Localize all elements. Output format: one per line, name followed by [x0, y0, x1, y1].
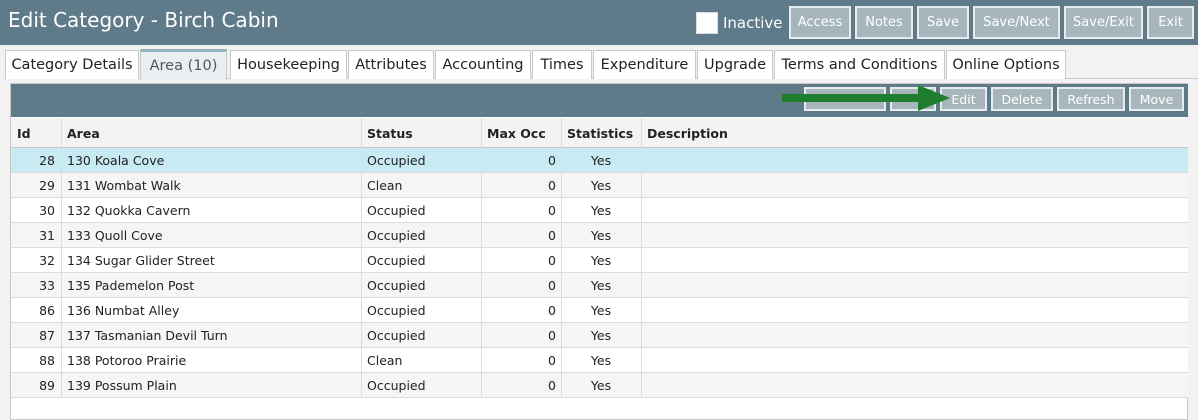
cell-id: 30	[39, 203, 55, 218]
cell-statistics: Yes	[590, 278, 612, 293]
cell-description	[647, 248, 1177, 273]
cell-statistics: Yes	[590, 378, 612, 393]
save-exit-button[interactable]: Save/Exit	[1064, 6, 1143, 39]
cell-max-occ: 0	[548, 153, 556, 168]
column-divider	[481, 118, 482, 398]
delete-button[interactable]: Delete	[991, 87, 1053, 111]
cell-statistics: Yes	[590, 353, 612, 368]
cell-id: 31	[39, 228, 55, 243]
cell-description	[647, 373, 1177, 398]
cell-status: Clean	[367, 353, 403, 368]
cell-area: 138 Potoroo Prairie	[67, 353, 187, 368]
cell-description	[647, 198, 1177, 223]
cell-status: Clean	[367, 178, 403, 193]
cell-status: Occupied	[367, 228, 426, 243]
column-divider	[361, 118, 362, 398]
cell-area: 136 Numbat Alley	[67, 303, 180, 318]
cell-area: 134 Sugar Glider Street	[67, 253, 215, 268]
cell-description	[647, 273, 1177, 298]
cell-statistics: Yes	[590, 228, 612, 243]
move-button[interactable]: Move	[1129, 87, 1184, 111]
cell-id: 88	[39, 353, 55, 368]
tab-housekeeping[interactable]: Housekeeping	[230, 50, 347, 79]
cell-status: Occupied	[367, 378, 426, 393]
column-header-area[interactable]: Area	[67, 118, 100, 148]
tab-online-options[interactable]: Online Options	[946, 50, 1066, 79]
tab-attributes[interactable]: Attributes	[348, 50, 434, 79]
tab-expenditure[interactable]: Expenditure	[593, 50, 696, 79]
cell-description	[647, 223, 1177, 248]
green-arrow-icon	[782, 85, 950, 111]
save-button[interactable]: Save	[917, 6, 969, 39]
save-next-button[interactable]: Save/Next	[973, 6, 1060, 39]
cell-area: 130 Koala Cove	[67, 153, 165, 168]
cell-area: 132 Quokka Cavern	[67, 203, 191, 218]
refresh-button[interactable]: Refresh	[1057, 87, 1125, 111]
cell-id: 87	[39, 328, 55, 343]
cell-statistics: Yes	[590, 328, 612, 343]
cell-id: 86	[39, 303, 55, 318]
cell-description	[647, 323, 1177, 348]
column-header-max-occ[interactable]: Max Occ	[487, 118, 546, 148]
title-bar: Edit Category - Birch Cabin Inactive Acc…	[0, 0, 1198, 45]
cell-statistics: Yes	[590, 253, 612, 268]
tab-area[interactable]: Area (10)	[140, 49, 227, 80]
column-header-id[interactable]: Id	[17, 118, 31, 148]
notes-button[interactable]: Notes	[855, 6, 913, 39]
cell-area: 135 Pademelon Post	[67, 278, 195, 293]
column-header-statistics[interactable]: Statistics	[567, 118, 633, 148]
tab-category-details[interactable]: Category Details	[5, 50, 139, 79]
tab-upgrade[interactable]: Upgrade	[697, 50, 773, 79]
column-header-description[interactable]: Description	[647, 118, 728, 148]
cell-status: Occupied	[367, 278, 426, 293]
cell-area: 139 Possum Plain	[67, 378, 177, 393]
cell-status: Occupied	[367, 153, 426, 168]
cell-id: 28	[39, 153, 55, 168]
page-title: Edit Category - Birch Cabin	[8, 8, 279, 32]
exit-button[interactable]: Exit	[1147, 6, 1194, 39]
cell-max-occ: 0	[548, 253, 556, 268]
column-divider	[561, 118, 562, 398]
cell-id: 33	[39, 278, 55, 293]
cell-max-occ: 0	[548, 328, 556, 343]
cell-statistics: Yes	[590, 203, 612, 218]
cell-max-occ: 0	[548, 353, 556, 368]
access-button[interactable]: Access	[789, 6, 851, 39]
cell-status: Occupied	[367, 203, 426, 218]
inactive-label: Inactive	[723, 14, 783, 32]
cell-area: 133 Quoll Cove	[67, 228, 163, 243]
cell-id: 29	[39, 178, 55, 193]
cell-id: 32	[39, 253, 55, 268]
cell-statistics: Yes	[590, 153, 612, 168]
cell-description	[647, 298, 1177, 323]
cell-max-occ: 0	[548, 303, 556, 318]
cell-area: 137 Tasmanian Devil Turn	[67, 328, 228, 343]
cell-max-occ: 0	[548, 228, 556, 243]
column-header-status[interactable]: Status	[367, 118, 413, 148]
cell-statistics: Yes	[590, 303, 612, 318]
cell-max-occ: 0	[548, 278, 556, 293]
cell-max-occ: 0	[548, 178, 556, 193]
tab-terms-and-conditions[interactable]: Terms and Conditions	[774, 50, 945, 79]
cell-max-occ: 0	[548, 203, 556, 218]
inactive-checkbox[interactable]	[696, 12, 718, 34]
cell-status: Occupied	[367, 328, 426, 343]
cell-id: 89	[39, 378, 55, 393]
cell-status: Occupied	[367, 253, 426, 268]
cell-status: Occupied	[367, 303, 426, 318]
cell-description	[647, 348, 1177, 373]
cell-area: 131 Wombat Walk	[67, 178, 181, 193]
column-divider	[641, 118, 642, 398]
tab-times[interactable]: Times	[532, 50, 592, 79]
cell-description	[647, 148, 1177, 173]
cell-statistics: Yes	[590, 178, 612, 193]
column-divider	[61, 118, 62, 398]
cell-max-occ: 0	[548, 378, 556, 393]
tab-accounting[interactable]: Accounting	[435, 50, 531, 79]
cell-description	[647, 173, 1177, 198]
